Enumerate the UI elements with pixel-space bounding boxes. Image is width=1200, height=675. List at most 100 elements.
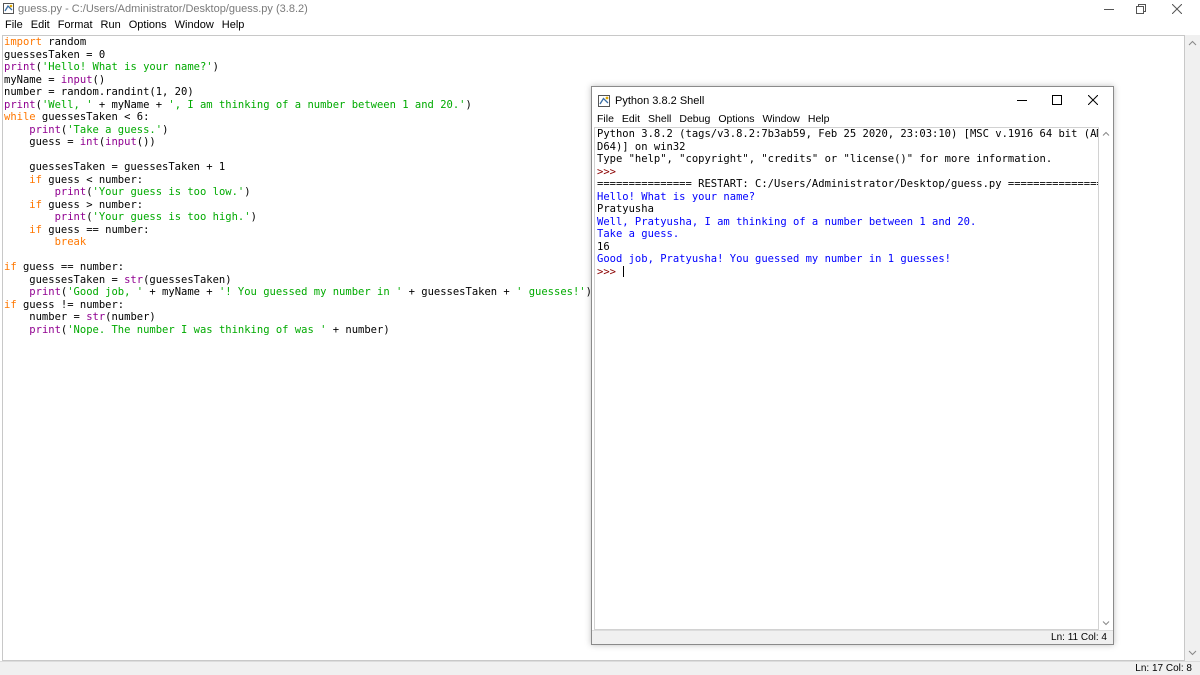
code-line: print('Hello! What is your name?') <box>4 61 592 74</box>
scroll-down-icon[interactable] <box>1188 648 1197 657</box>
minimize-icon <box>1104 9 1114 10</box>
idle-file-icon <box>3 3 14 14</box>
minimize-icon <box>1017 100 1027 101</box>
code-token: >>> <box>597 265 623 278</box>
scroll-down-icon[interactable] <box>1102 619 1110 627</box>
code-token: guess == number: <box>41 223 150 236</box>
shell-title: Python 3.8.2 Shell <box>615 95 705 107</box>
code-line: print('Your guess is too high.') <box>4 211 592 224</box>
code-line: number = str(number) <box>4 311 592 324</box>
code-line: break <box>4 236 592 249</box>
scroll-up-icon[interactable] <box>1102 130 1110 138</box>
editor-title: guess.py - C:/Users/Administrator/Deskto… <box>18 3 308 15</box>
shell-menubar: File Edit Shell Debug Options Window Hel… <box>592 113 1113 127</box>
shell-maximize-button[interactable] <box>1038 87 1076 113</box>
code-line: myName = input() <box>4 74 592 87</box>
code-token: '! You guessed my number in ' <box>218 286 403 298</box>
code-token: Type "help", "copyright", "credits" or "… <box>597 153 1053 165</box>
code-token: () <box>92 73 106 86</box>
shell-scrollbar[interactable] <box>1099 127 1113 630</box>
menu-file[interactable]: File <box>1 18 27 34</box>
editor-cursor-position: Ln: 17 Col: 8 <box>1135 663 1192 674</box>
shell-menu-file[interactable]: File <box>593 113 618 127</box>
code-token: 16 <box>597 240 610 253</box>
shell-titlebar[interactable]: Python 3.8.2 Shell <box>592 87 1113 113</box>
code-token: + myName + <box>143 286 219 298</box>
editor-titlebar[interactable]: guess.py - C:/Users/Administrator/Deskto… <box>0 0 1200 18</box>
code-token: Hello! What is your name? <box>597 190 756 203</box>
code-token: number = random.randint(1, 20) <box>4 86 194 98</box>
close-icon <box>1088 95 1098 105</box>
code-token: =============== RESTART: C:/Users/Admini… <box>597 178 1099 190</box>
shell-close-button[interactable] <box>1074 87 1112 113</box>
code-token: input <box>60 73 93 86</box>
menu-options[interactable]: Options <box>125 18 171 34</box>
shell-menu-options[interactable]: Options <box>714 113 758 127</box>
code-token: str <box>86 311 106 323</box>
code-line: guess = int(input()) <box>4 136 592 149</box>
shell-menu-debug[interactable]: Debug <box>675 113 714 127</box>
code-token: + number) <box>326 323 390 336</box>
code-token: print <box>29 323 61 336</box>
scroll-up-icon[interactable] <box>1188 39 1197 48</box>
code-line: print('Nope. The number I was thinking o… <box>4 324 592 337</box>
menu-help[interactable]: Help <box>218 18 249 34</box>
code-line: guessesTaken = str(guessesTaken) <box>4 274 592 287</box>
code-line: guessesTaken = 0 <box>4 49 592 62</box>
code-token: guess > number: <box>41 198 144 211</box>
code-token: ) <box>212 61 219 73</box>
shell-line: 16 <box>597 240 1098 254</box>
code-line: if guess < number: <box>4 174 592 187</box>
restore-icon <box>1136 4 1146 14</box>
shell-menu-edit[interactable]: Edit <box>618 113 644 127</box>
code-line: if guess > number: <box>4 199 592 212</box>
code-token: ', I am thinking of a number between 1 a… <box>168 98 466 111</box>
shell-line: Pratyusha <box>597 203 1098 216</box>
code-token: Good job, Pratyusha! You guessed my numb… <box>597 253 952 265</box>
editor-statusbar: Ln: 17 Col: 8 <box>0 661 1200 675</box>
code-token: D64)] on win32 <box>597 140 686 153</box>
code-token: if <box>29 223 42 236</box>
code-token: ) <box>250 211 257 223</box>
code-token: guessesTaken = guessesTaken + 1 <box>4 161 226 173</box>
code-token: print <box>54 186 87 198</box>
idle-shell-icon <box>598 95 610 107</box>
code-token: 'Your guess is too high.' <box>92 211 251 223</box>
shell-menu-window[interactable]: Window <box>759 113 804 127</box>
code-token: guessesTaken = <box>4 273 125 286</box>
code-token: >>> <box>597 165 623 178</box>
shell-menu-help[interactable]: Help <box>804 113 834 127</box>
code-token: while <box>4 111 36 123</box>
code-token: (number) <box>105 311 156 323</box>
menu-window[interactable]: Window <box>171 18 218 34</box>
shell-window: Python 3.8.2 Shell File Edit Shell Debug… <box>591 86 1114 645</box>
code-token: + guessesTaken + <box>402 286 517 298</box>
code-token: if <box>4 261 17 273</box>
code-token: ' guesses!' <box>516 286 586 298</box>
menu-format[interactable]: Format <box>54 18 97 34</box>
code-token: 'Good job, ' <box>67 286 144 298</box>
code-token: print <box>4 61 36 73</box>
code-token: + myName + <box>92 98 169 111</box>
editor-scrollbar[interactable] <box>1185 35 1200 661</box>
code-line: print('Good job, ' + myName + '! You gue… <box>4 286 592 299</box>
code-token: Well, Pratyusha, I am thinking of a numb… <box>597 215 977 228</box>
shell-minimize-button[interactable] <box>1003 87 1041 113</box>
code-token: ) <box>162 123 169 136</box>
code-line: guessesTaken = guessesTaken + 1 <box>4 161 592 174</box>
shell-menu-shell[interactable]: Shell <box>644 113 675 127</box>
shell-cursor-position: Ln: 11 Col: 4 <box>1051 632 1107 643</box>
code-token: if <box>29 173 42 186</box>
shell-text-area[interactable]: Python 3.8.2 (tags/v3.8.2:7b3ab59, Feb 2… <box>594 127 1099 630</box>
menu-run[interactable]: Run <box>97 18 125 34</box>
close-button[interactable] <box>1154 0 1200 18</box>
code-token: input <box>105 136 137 148</box>
code-token: break <box>54 236 87 248</box>
menu-edit[interactable]: Edit <box>27 18 54 34</box>
shell-line: D64)] on win32 <box>597 140 1098 154</box>
